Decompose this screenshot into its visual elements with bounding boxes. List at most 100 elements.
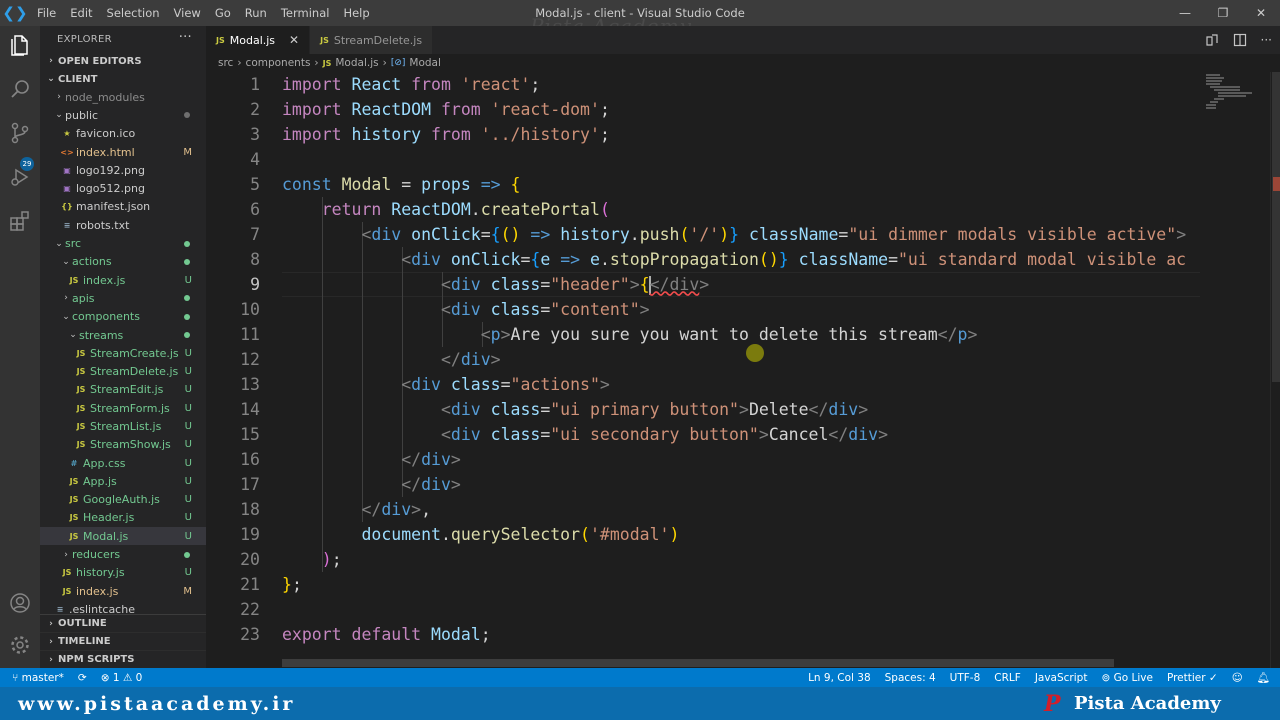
file-item[interactable]: # App.css U <box>40 454 206 472</box>
file-item[interactable]: ★ favicon.ico <box>40 125 206 143</box>
file-item[interactable]: JS StreamForm.js U <box>40 399 206 417</box>
file-item[interactable]: JS history.js U <box>40 564 206 582</box>
timeline-section[interactable]: › TIMELINE <box>40 633 206 651</box>
file-item[interactable]: JS StreamCreate.js U <box>40 344 206 362</box>
menu-go[interactable]: Go <box>208 0 238 26</box>
code-token: className <box>749 225 839 244</box>
menu-edit[interactable]: Edit <box>63 0 99 26</box>
file-item[interactable]: ▣ logo512.png <box>40 179 206 197</box>
code-token: ; <box>530 75 541 94</box>
vscode-window: ❮❯ File Edit Selection View Go Run Terminal Hel… <box>0 0 1280 720</box>
file-item[interactable]: JS Header.js U <box>40 509 206 527</box>
tree-item-label: App.css <box>83 456 126 470</box>
code-token: div <box>460 350 491 369</box>
folder-item[interactable]: ⌄ streams <box>40 326 206 344</box>
breadcrumb-src[interactable]: src <box>218 57 233 69</box>
file-item[interactable]: JS index.js M <box>40 582 206 600</box>
file-item[interactable]: JS StreamList.js U <box>40 417 206 435</box>
open-editors-section[interactable]: › OPEN EDITORS <box>40 52 206 70</box>
file-tree: › node_modules ⌄ public ★ favicon.ico <> index.… <box>40 88 206 618</box>
minimap[interactable] <box>1202 72 1266 132</box>
folder-item[interactable]: ⌄ actions <box>40 253 206 271</box>
prettier-button[interactable]: Prettier ✓ <box>1167 672 1218 684</box>
code-token: = <box>888 250 898 269</box>
problems-indicator[interactable]: ⊗ 1 ⚠ 0 <box>101 672 143 684</box>
code-token: '../history' <box>480 125 600 144</box>
more-actions-icon[interactable]: ··· <box>179 30 192 45</box>
file-item[interactable]: JS index.js U <box>40 271 206 289</box>
close-window-icon[interactable]: ✕ <box>1242 0 1280 26</box>
breadcrumb-file[interactable]: Modal.js <box>335 57 378 69</box>
git-status-badge: U <box>184 439 192 451</box>
menu-file[interactable]: File <box>30 0 63 26</box>
folder-item[interactable]: ⌄ components <box>40 308 206 326</box>
code-editor[interactable]: 1 import React from 'react'; 2 import React… <box>206 72 1280 668</box>
tab-label: StreamDelete.js <box>333 33 423 47</box>
manage-gear-icon[interactable] <box>8 633 32 657</box>
source-control-icon[interactable] <box>8 121 32 145</box>
code-token: "header" <box>550 274 630 294</box>
horizontal-scrollbar[interactable] <box>282 659 1114 667</box>
more-editor-actions-icon[interactable]: ··· <box>1261 33 1272 47</box>
folder-item[interactable]: › apis <box>40 289 206 307</box>
git-branch[interactable]: ⑂ master* <box>12 672 64 684</box>
folder-item[interactable]: ⌄ src <box>40 234 206 252</box>
file-item[interactable]: JS GoogleAuth.js U <box>40 491 206 509</box>
folder-item[interactable]: › node_modules <box>40 88 206 106</box>
npm-scripts-section[interactable]: › NPM SCRIPTS <box>40 651 206 669</box>
code-token: > <box>629 274 640 294</box>
menu-terminal[interactable]: Terminal <box>274 0 337 26</box>
menu-run[interactable]: Run <box>238 0 274 26</box>
indentation[interactable]: Spaces: 4 <box>885 672 936 684</box>
close-tab-icon[interactable]: ✕ <box>289 33 299 47</box>
tab-streamdelete-js[interactable]: JS StreamDelete.js <box>310 26 434 54</box>
sync-icon[interactable]: ⟳ <box>78 672 87 684</box>
minimize-icon[interactable]: — <box>1166 0 1204 26</box>
workspace-root-section[interactable]: ⌄ CLIENT <box>40 70 206 88</box>
file-item[interactable]: {} manifest.json <box>40 198 206 216</box>
split-editor-icon[interactable] <box>1233 33 1247 47</box>
open-changes-icon[interactable] <box>1205 33 1219 47</box>
scrollbar-thumb[interactable] <box>1272 72 1280 382</box>
search-icon[interactable] <box>8 77 32 101</box>
outline-section[interactable]: › OUTLINE <box>40 615 206 633</box>
menu-selection[interactable]: Selection <box>100 0 167 26</box>
chevron-down-icon: ⌄ <box>55 238 63 249</box>
tree-item-label: actions <box>72 255 112 269</box>
folder-item[interactable]: ⌄ public <box>40 106 206 124</box>
breadcrumb-components[interactable]: components <box>246 57 311 69</box>
restore-icon[interactable]: ❐ <box>1204 0 1242 26</box>
file-item[interactable]: ▣ logo192.png <box>40 161 206 179</box>
code-token: div <box>371 225 402 244</box>
file-item[interactable]: JS App.js U <box>40 472 206 490</box>
file-item[interactable]: JS StreamShow.js U <box>40 436 206 454</box>
explorer-icon[interactable] <box>8 33 32 57</box>
folder-item[interactable]: › reducers <box>40 545 206 563</box>
breadcrumb-symbol[interactable]: Modal <box>409 57 441 69</box>
file-item[interactable]: JS StreamEdit.js U <box>40 381 206 399</box>
feedback-icon[interactable]: ☺ <box>1232 672 1243 684</box>
notifications-icon[interactable]: 🔔︎ <box>1257 671 1270 684</box>
run-debug-icon[interactable] <box>8 165 32 189</box>
menu-help[interactable]: Help <box>336 0 376 26</box>
file-item[interactable]: JS StreamDelete.js U <box>40 362 206 380</box>
language-mode[interactable]: JavaScript <box>1035 672 1088 684</box>
code-token: div <box>381 500 412 519</box>
cursor-position[interactable]: Ln 9, Col 38 <box>808 672 871 684</box>
file-item[interactable]: ≡ robots.txt <box>40 216 206 234</box>
end-of-line[interactable]: CRLF <box>994 672 1021 684</box>
go-live-button[interactable]: ⊚ Go Live <box>1101 672 1152 684</box>
file-item[interactable]: <> index.html M <box>40 143 206 161</box>
tab-modal-js[interactable]: JS Modal.js ✕ <box>206 26 311 54</box>
extensions-icon[interactable] <box>8 209 32 233</box>
chevron-down-icon: ⌄ <box>62 256 70 267</box>
code-token: < <box>440 425 451 444</box>
tree-item-label: logo192.png <box>76 163 145 177</box>
menu-view[interactable]: View <box>167 0 208 26</box>
vertical-scrollbar[interactable] <box>1270 72 1280 668</box>
file-item[interactable]: JS Modal.js U <box>40 527 206 546</box>
account-icon[interactable] <box>8 591 32 615</box>
encoding[interactable]: UTF-8 <box>950 672 981 684</box>
